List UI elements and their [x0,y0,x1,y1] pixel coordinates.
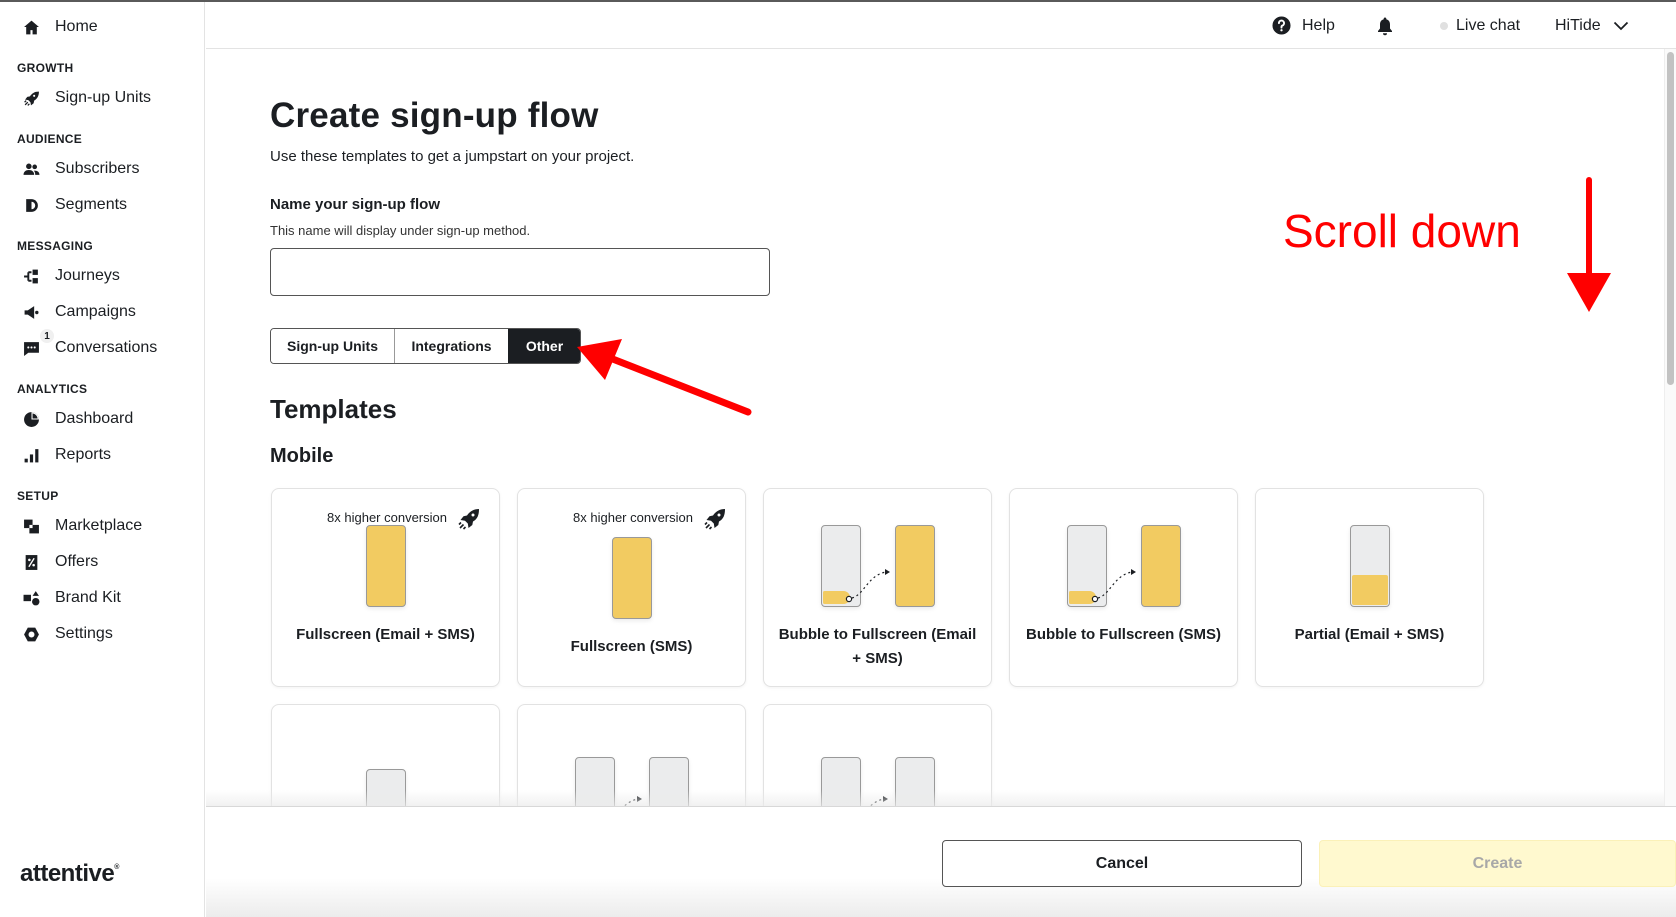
notifications-button[interactable] [1376,2,1394,49]
marketplace-icon [22,517,40,535]
name-field-help: This name will display under sign-up met… [270,223,531,238]
flow-name-input[interactable] [270,248,770,296]
template-card-bubble-to-fullscreen-sms[interactable]: Bubble to Fullscreen (SMS) [1009,488,1238,687]
sidebar-item-subscribers[interactable]: Subscribers [22,155,139,183]
offers-icon [22,553,40,571]
sidebar-item-label: Campaigns [55,303,136,320]
template-label: Fullscreen (SMS) [570,638,693,655]
account-menu[interactable]: HiTide [1555,2,1629,49]
sidebar-item-label: Journeys [55,267,120,284]
tab-other[interactable]: Other [508,329,580,363]
templates-heading: Templates [270,394,397,424]
help-label: Help [1302,16,1335,34]
conversion-badge: 8x higher conversion [573,510,693,525]
sidebar-item-label: Reports [55,446,112,463]
sidebar-item-label: Conversations [55,339,158,356]
template-label: Bubble to Fullscreen (SMS) [1025,626,1221,643]
template-card-bubble-to-fullscreen-email-sms[interactable]: Bubble to Fullscreen (Email + SMS) [763,488,992,687]
fullscreen-preview [895,525,935,607]
help-button[interactable]: Help [1272,2,1335,49]
rocket-icon [22,89,40,107]
template-card-partial-email-sms[interactable]: Partial (Email + SMS) [1255,488,1484,687]
rocket-icon [704,509,725,530]
sidebar-item-dashboard[interactable]: Dashboard [22,405,133,433]
partial-preview [1350,525,1390,607]
unread-badge: 1 [40,329,54,343]
sidebar-item-reports[interactable]: Reports [22,441,111,469]
journeys-icon [22,267,40,285]
sidebar-item-brand-kit[interactable]: Brand Kit [22,584,121,612]
brand-kit-icon [22,589,40,607]
section-growth: GROWTH [17,61,74,75]
cancel-button[interactable]: Cancel [942,840,1302,887]
live-chat-label: Live chat [1456,16,1521,34]
segments-icon [22,196,40,214]
live-chat-status-dot [1440,21,1448,30]
arrow-to-other-tab [577,339,752,416]
section-analytics: ANALYTICS [17,382,88,396]
settings-icon [22,625,40,643]
account-name: HiTide [1555,16,1601,34]
attentive-logo[interactable]: attentive® [20,860,119,888]
section-audience: AUDIENCE [17,132,83,146]
tab-sign-up-units[interactable]: Sign-up Units [271,329,394,363]
sidebar-item-home[interactable]: Home [22,13,98,41]
name-field-label: Name your sign-up flow [270,196,441,213]
home-icon [22,18,40,36]
sidebar-item-segments[interactable]: Segments [22,191,127,219]
bell-icon [1378,17,1392,35]
sidebar-item-label: Settings [55,625,113,642]
sidebar-item-label: Dashboard [55,410,134,427]
section-messaging: MESSAGING [17,239,94,253]
chevron-down-icon [1613,21,1628,30]
template-label: Partial (Email + SMS) [1294,626,1445,643]
scrollbar-thumb[interactable] [1667,52,1674,385]
fullscreen-preview [612,537,652,619]
template-card-fullscreen-sms[interactable]: 8x higher conversion Fullscreen (SMS) [517,488,746,687]
scroll-down-arrow [1567,177,1611,312]
users-icon [22,160,40,178]
template-label: Bubble to Fullscreen (Email + SMS) [778,626,977,667]
section-setup: SETUP [17,489,59,503]
template-card-fullscreen-email-sms[interactable]: 8x higher conversion Fullscreen (Email +… [271,488,500,687]
main-scrollbar[interactable] [1664,49,1676,806]
conversion-badge: 8x higher conversion [327,510,447,525]
chat-icon: 1 [22,329,54,357]
sidebar: Home GROWTH Sign-up Units AUDIENCE Subsc… [0,2,205,917]
page-title: Create sign-up flow [270,96,599,135]
flow-arrow-icon [845,569,890,603]
megaphone-icon [22,303,40,321]
bar-chart-icon [22,446,40,464]
sidebar-item-marketplace[interactable]: Marketplace [22,512,142,540]
scroll-down-annotation: Scroll down [1283,205,1521,257]
sidebar-item-campaigns[interactable]: Campaigns [22,298,136,326]
sidebar-item-label: Brand Kit [55,589,121,606]
sidebar-item-label: Segments [55,196,128,213]
sidebar-item-sign-up-units[interactable]: Sign-up Units [22,84,151,112]
sidebar-item-conversations[interactable]: 1 Conversations [22,329,158,362]
mobile-heading: Mobile [270,445,334,467]
top-header: Help Live chat HiTide [206,2,1676,49]
sidebar-item-offers[interactable]: Offers [22,548,98,576]
live-chat-button[interactable]: Live chat [1440,2,1520,49]
tab-integrations[interactable]: Integrations [394,329,508,363]
create-button[interactable]: Create [1319,840,1676,887]
fullscreen-preview [366,525,406,607]
sidebar-item-label: Sign-up Units [55,89,152,106]
page-subtitle: Use these templates to get a jumpstart o… [270,148,635,165]
template-label: Fullscreen (Email + SMS) [296,626,475,643]
pie-chart-icon [22,410,40,428]
help-icon [1272,16,1291,35]
sidebar-item-journeys[interactable]: Journeys [22,262,120,290]
sidebar-item-settings[interactable]: Settings [22,620,113,648]
sidebar-item-label: Marketplace [55,517,143,534]
sidebar-item-label: Home [55,18,98,35]
sidebar-item-label: Subscribers [55,160,140,177]
flow-arrow-icon [1091,569,1136,603]
rocket-icon [458,509,479,530]
fullscreen-preview [1141,525,1181,607]
template-category-tabs: Sign-up Units Integrations Other [270,328,581,364]
sidebar-item-label: Offers [55,553,99,570]
